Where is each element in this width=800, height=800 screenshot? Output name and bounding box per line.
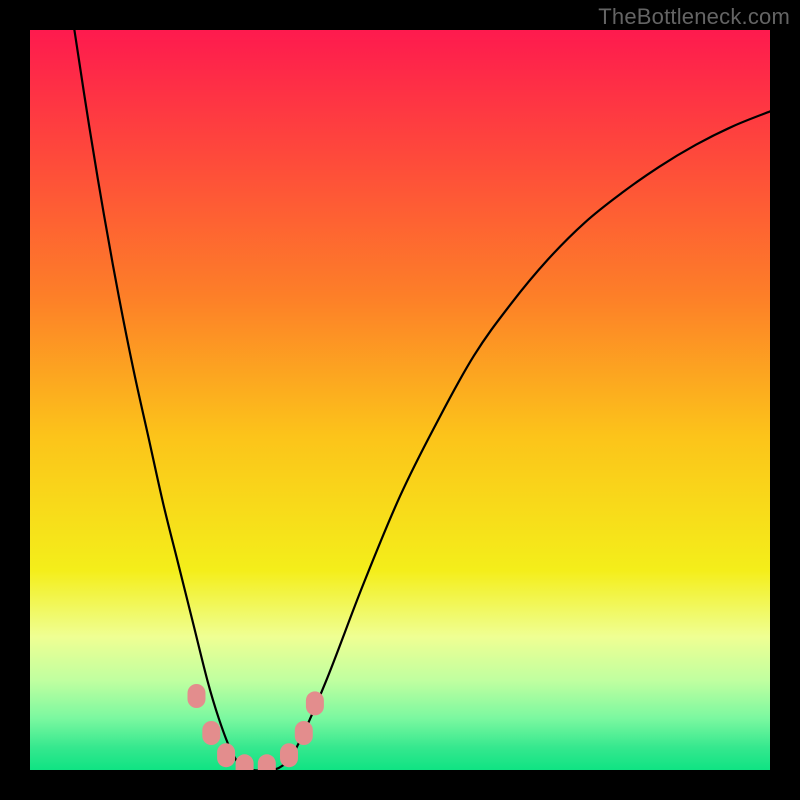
curve-marker (306, 691, 324, 715)
plot-area (30, 30, 770, 770)
curve-marker (280, 743, 298, 767)
curve-marker (258, 754, 276, 770)
watermark-text: TheBottleneck.com (598, 4, 790, 30)
curve-markers (188, 684, 324, 770)
curve-svg (30, 30, 770, 770)
curve-marker (295, 721, 313, 745)
curve-marker (236, 754, 254, 770)
curve-marker (217, 743, 235, 767)
chart-frame: TheBottleneck.com (0, 0, 800, 800)
curve-marker (202, 721, 220, 745)
curve-marker (188, 684, 206, 708)
bottleneck-curve (74, 30, 770, 770)
